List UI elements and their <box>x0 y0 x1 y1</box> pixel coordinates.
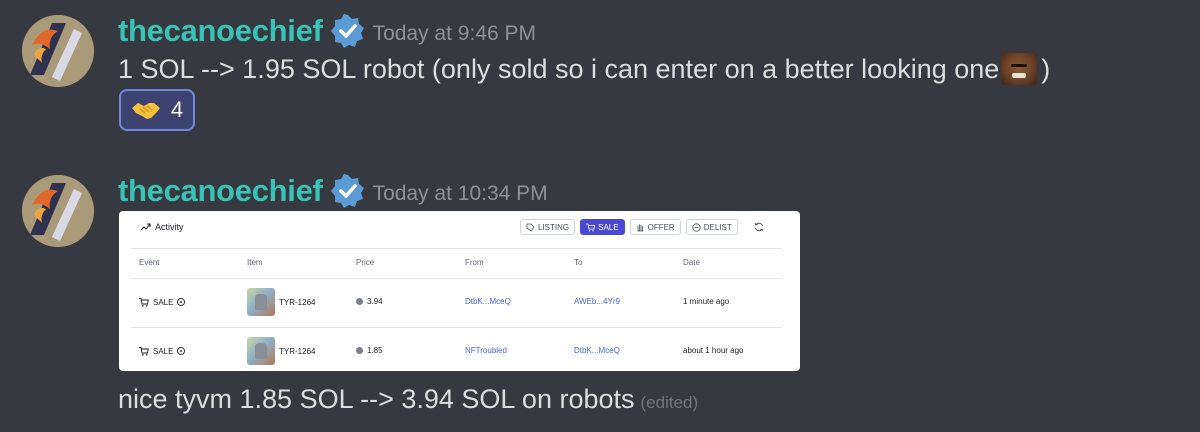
filter-label: DELIST <box>703 222 732 232</box>
from-link[interactable]: DtbK...MceQ <box>465 297 511 306</box>
cart-icon <box>586 223 596 231</box>
price-value: 1.85 <box>367 346 383 355</box>
filter-label: SALE <box>598 222 619 232</box>
avatar-image <box>22 15 94 87</box>
table-divider <box>131 327 782 328</box>
message-content: nice tyvm 1.85 SOL --> 3.94 SOL on robot… <box>118 384 698 415</box>
sol-icon <box>356 298 363 305</box>
message-text: 1 SOL --> 1.95 SOL robot (only sold so i… <box>118 53 1000 84</box>
filter-label: LISTING <box>538 222 570 232</box>
event-label: SALE <box>153 297 174 307</box>
table-divider <box>131 248 782 249</box>
handshake-icon <box>131 103 160 119</box>
face-emoji-icon <box>1001 53 1038 85</box>
verified-badge-icon <box>330 174 365 208</box>
cart-icon <box>139 347 149 356</box>
column-header-price[interactable]: Price <box>356 258 374 267</box>
item-name: TYR-1264 <box>279 297 316 307</box>
price-value: 3.94 <box>367 297 383 306</box>
trend-icon <box>141 223 151 231</box>
item-cell[interactable]: TYR-1264 <box>247 337 315 365</box>
item-name: TYR-1264 <box>279 346 316 356</box>
sol-icon <box>356 347 363 354</box>
minus-circle-icon <box>692 222 701 232</box>
message-content: 1 SOL --> 1.95 SOL robot (only sold so i… <box>118 53 1050 85</box>
date-cell: 1 minute ago <box>683 297 730 306</box>
table-divider <box>131 278 782 279</box>
filter-group: LISTING SALE OFFER DELIST <box>520 219 738 235</box>
timestamp: Today at 10:34 PM <box>372 181 548 205</box>
edited-label: (edited) <box>640 392 699 412</box>
column-header-from[interactable]: From <box>465 258 484 267</box>
filter-delist-button[interactable]: DELIST <box>685 219 738 235</box>
message-text-end: ) <box>1041 53 1051 84</box>
event-label: SALE <box>153 346 174 356</box>
event-cell: SALE <box>139 297 186 307</box>
hand-icon <box>637 224 643 231</box>
username[interactable]: thecanoechief <box>118 13 323 49</box>
column-header-to[interactable]: To <box>574 258 582 267</box>
verified-badge-icon <box>330 14 365 48</box>
to-link[interactable]: DtbK...MceQ <box>574 346 620 355</box>
avatar[interactable] <box>22 175 94 247</box>
solana-marker-icon <box>177 298 186 306</box>
nft-thumbnail <box>247 288 275 316</box>
reaction-count: 4 <box>170 97 184 122</box>
tag-icon <box>526 223 535 232</box>
price-cell: 3.94 <box>356 297 383 306</box>
date-cell: about 1 hour ago <box>683 346 744 355</box>
price-cell: 1.85 <box>356 346 383 355</box>
solana-marker-icon <box>177 347 186 355</box>
column-header-item[interactable]: Item <box>247 258 263 267</box>
filter-label: OFFER <box>647 222 675 232</box>
activity-title: Activity <box>141 222 184 232</box>
nft-thumbnail <box>247 337 275 365</box>
refresh-icon[interactable] <box>754 222 764 232</box>
image-attachment[interactable]: Activity LISTING SALE OFFER DELIST Event… <box>119 211 800 371</box>
cart-icon <box>139 298 149 307</box>
column-header-event[interactable]: Event <box>139 258 159 267</box>
message-text: nice tyvm 1.85 SOL --> 3.94 SOL on robot… <box>118 384 635 414</box>
reaction-button[interactable]: 4 <box>119 89 195 131</box>
to-link[interactable]: AWEb...4Yr9 <box>574 297 620 306</box>
column-header-date[interactable]: Date <box>683 258 700 267</box>
filter-sale-button[interactable]: SALE <box>580 219 625 235</box>
filter-listing-button[interactable]: LISTING <box>520 219 576 235</box>
message-header: thecanoechief Today at 9:46 PM <box>118 13 536 49</box>
timestamp: Today at 9:46 PM <box>372 21 536 45</box>
from-link[interactable]: NFTroubled <box>465 346 507 355</box>
avatar-image <box>22 175 94 247</box>
avatar[interactable] <box>22 15 94 87</box>
message-header: thecanoechief Today at 10:34 PM <box>118 173 548 209</box>
event-cell: SALE <box>139 346 186 356</box>
item-cell[interactable]: TYR-1264 <box>247 288 315 316</box>
username[interactable]: thecanoechief <box>118 173 323 209</box>
filter-offer-button[interactable]: OFFER <box>629 219 681 235</box>
activity-title-text: Activity <box>155 222 184 232</box>
